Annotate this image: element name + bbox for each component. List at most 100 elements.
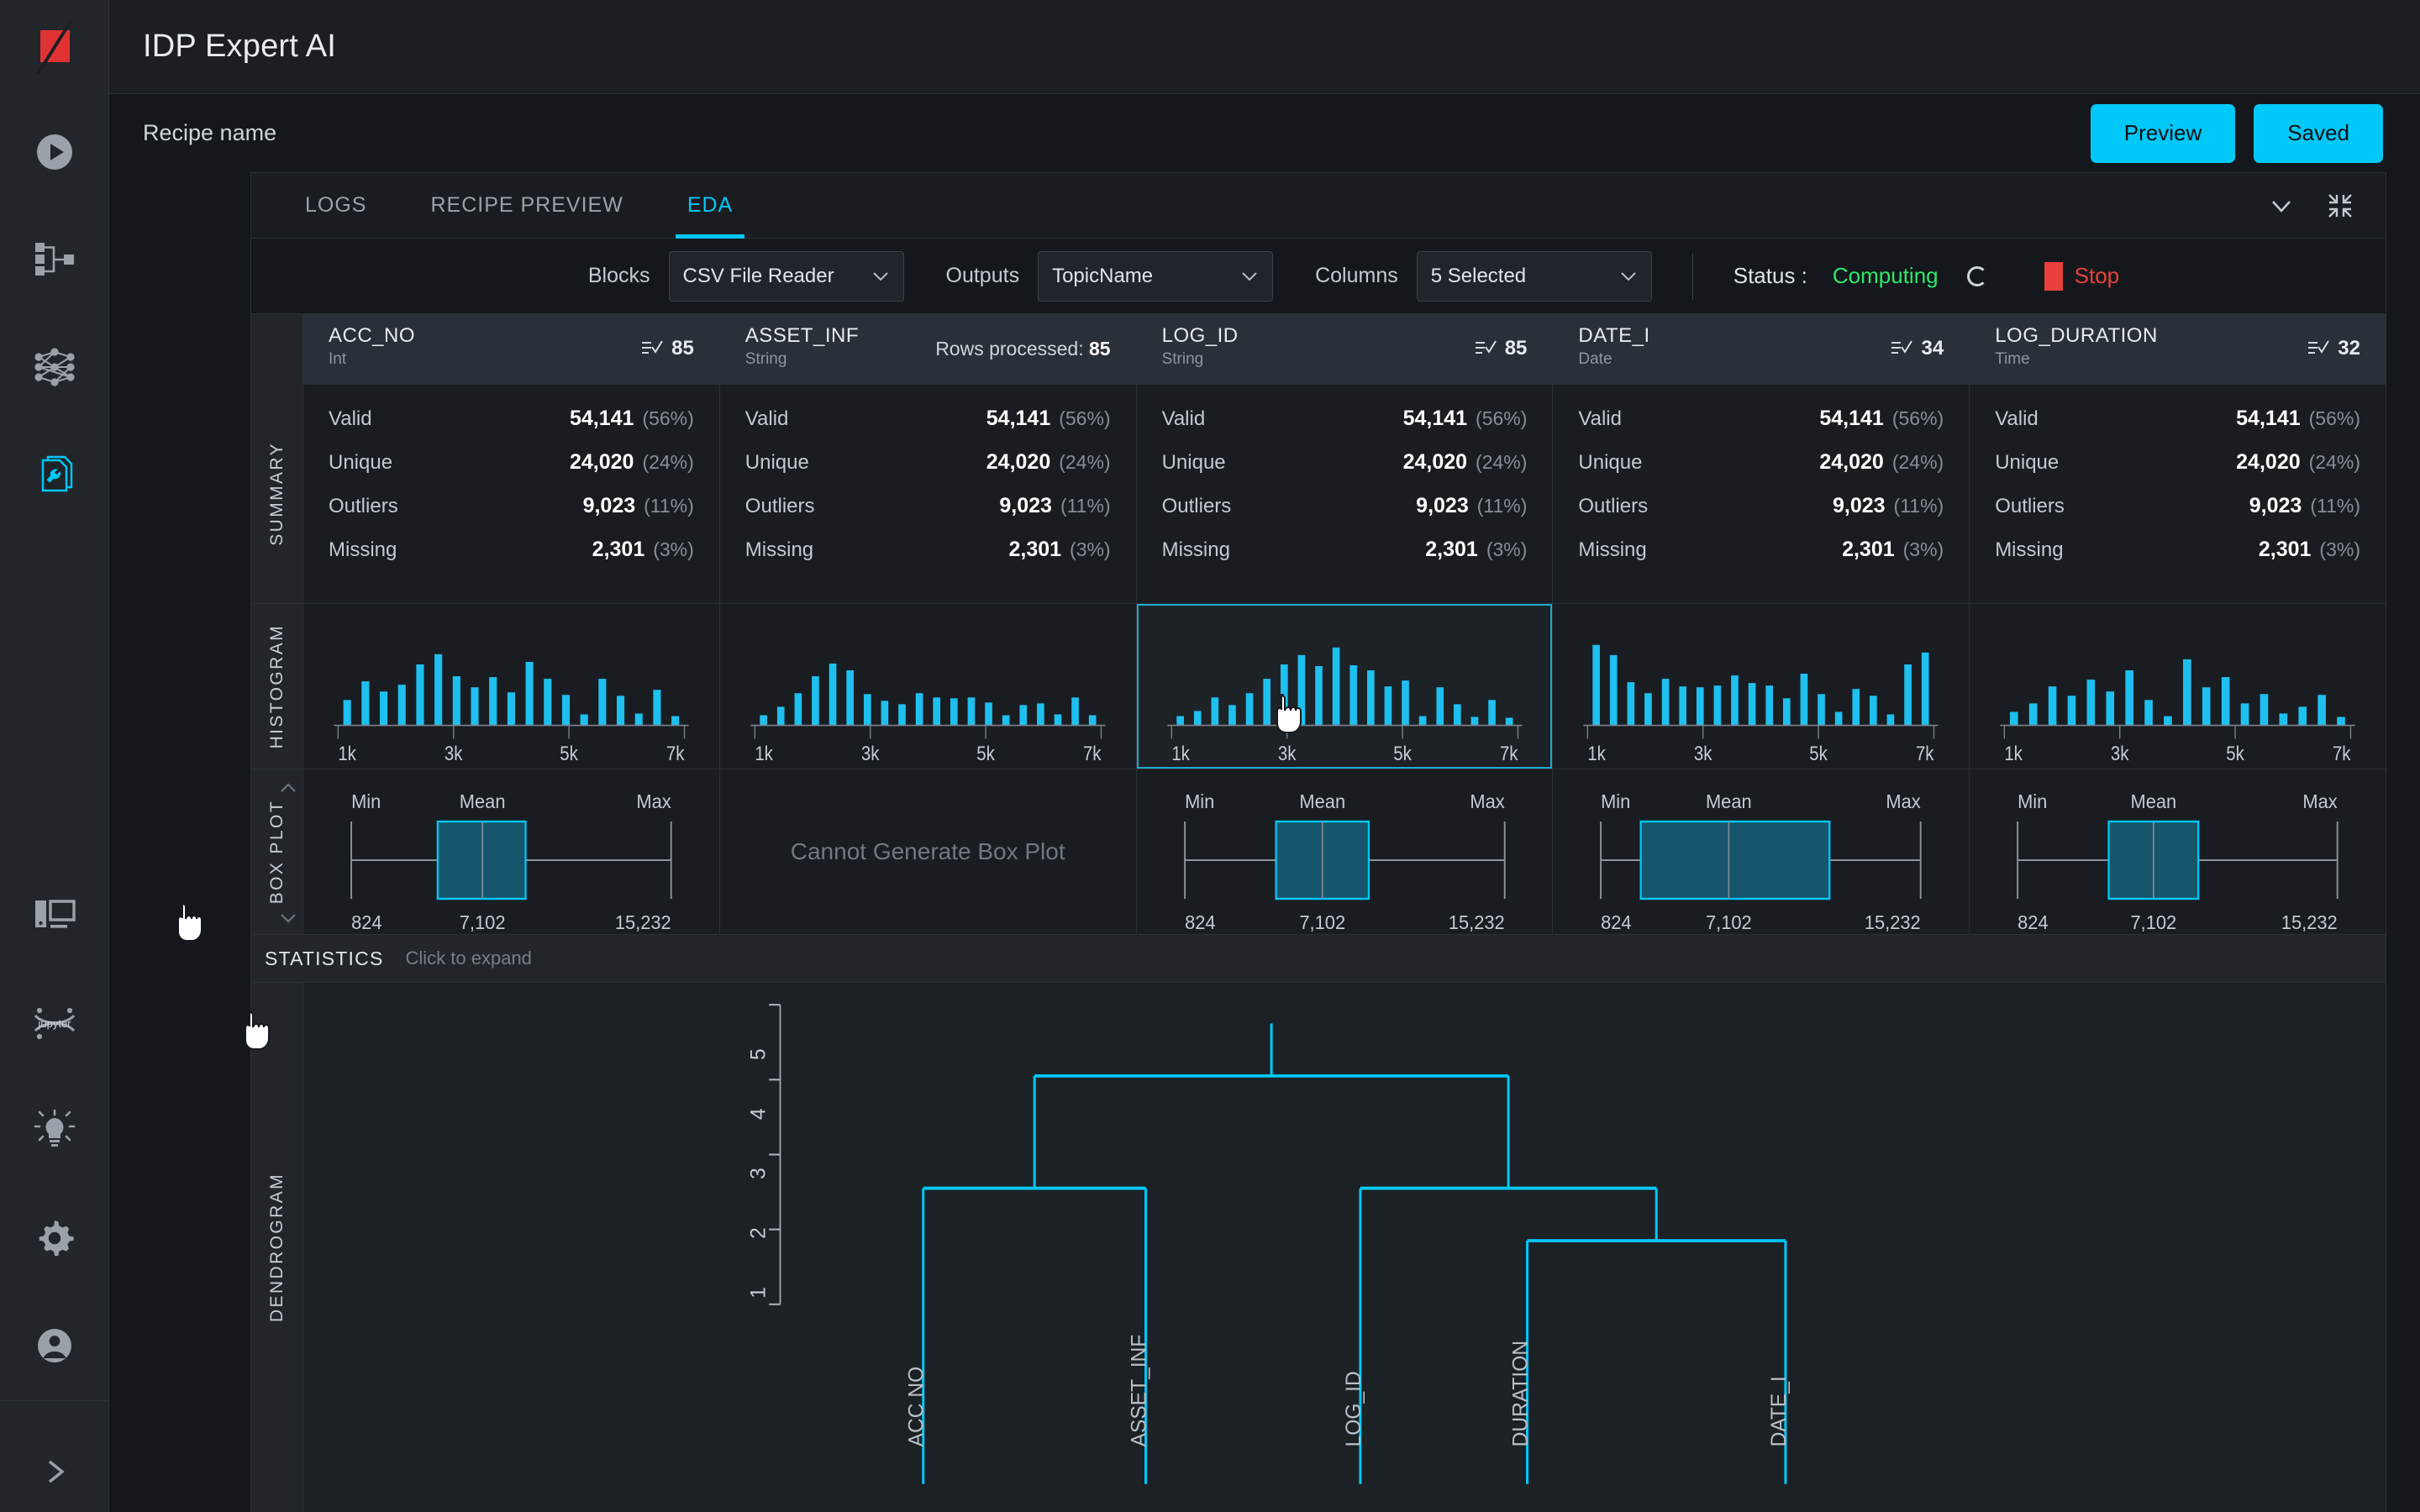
column-header[interactable]: DATE_I Date 34 [1553, 314, 1969, 385]
boxplot-cell[interactable]: Cannot Generate Box Plot [720, 769, 1137, 934]
histogram-cell[interactable]: 1k3k5k7k [1553, 604, 1970, 769]
stop-button[interactable]: Stop [2044, 262, 2120, 291]
summary-stat-key: Missing [1162, 538, 1230, 562]
summary-stat-row: Missing2,301(3%) [745, 538, 1111, 581]
panel-collapse-button[interactable] [2265, 189, 2298, 223]
column-count-value: 85 [671, 337, 694, 360]
summary-stat-key: Outliers [1578, 495, 1648, 518]
dendrogram-y-tick: 4 [747, 1108, 770, 1120]
chevron-up-icon[interactable] [277, 780, 299, 795]
boxplot-min-label: Min [351, 791, 381, 813]
tab-recipe-preview[interactable]: RECIPE PREVIEW [398, 173, 655, 238]
boxplot-mean-value: 7,102 [1706, 912, 1752, 934]
boxplot-cell[interactable]: MinMeanMax8247,10215,232 [1970, 769, 2386, 934]
sidebar-item-workstation[interactable] [29, 890, 81, 942]
column-type: Date [1578, 350, 1944, 369]
summary-stat-key: Valid [1578, 407, 1622, 431]
summary-stat-pct: (24%) [1059, 451, 1110, 474]
panel-wrap: LOGS RECIPE PREVIEW EDA [109, 172, 2420, 1512]
summary-stat-pct: (56%) [1476, 407, 1527, 430]
expand-rail-button[interactable] [0, 1431, 109, 1512]
neural-net-icon [32, 347, 77, 387]
preview-button[interactable]: Preview [2091, 104, 2235, 163]
dendrogram-leaf-label: DATE_I [1768, 1376, 1791, 1446]
boxplot-mean-value: 7,102 [2131, 912, 2177, 934]
list-check-icon [641, 339, 663, 358]
boxplot-cell[interactable]: MinMeanMax8247,10215,232 [1553, 769, 1970, 934]
saved-button[interactable]: Saved [2254, 104, 2383, 163]
boxplot-unavailable-message: Cannot Generate Box Plot [720, 769, 1136, 934]
list-check-icon [1475, 339, 1497, 358]
histogram-cell[interactable]: 1k3k5k7k [303, 604, 720, 769]
summary-stat-value: 2,301 [592, 538, 645, 562]
boxplot-section-label[interactable]: BOX PLOT [251, 769, 303, 934]
sidebar-item-insights[interactable] [29, 1105, 81, 1157]
column-header[interactable]: LOG_DURATION Time 32 [1970, 314, 2386, 385]
sidebar-item-run[interactable] [29, 126, 81, 178]
dendrogram-label-text: DENDROGRAM [267, 1173, 287, 1322]
sidebar-item-recipes[interactable] [29, 449, 81, 501]
boxplot-mean-value: 7,102 [460, 912, 506, 934]
boxplot-cell[interactable]: MinMeanMax8247,10215,232 [303, 769, 720, 934]
statistics-bar[interactable]: STATISTICS Click to expand [251, 934, 2386, 983]
dendrogram-y-tick: 3 [747, 1168, 770, 1179]
chevron-down-icon [1619, 265, 1638, 288]
boxplot-mean-label: Mean [1299, 791, 1345, 813]
summary-stat-row: Missing2,301(3%) [1578, 538, 1944, 581]
histogram-cell[interactable]: 1k3k5k7k [720, 604, 1137, 769]
column-header[interactable]: ASSET_INF String Rows processed: 85 [720, 314, 1136, 385]
summary-stat-key: Unique [1995, 451, 2059, 475]
summary-stat-row: Valid54,141(56%) [1578, 407, 1944, 450]
column-log-id: LOG_ID String 85 [1137, 314, 1554, 385]
column-header[interactable]: ACC_NO Int 85 [303, 314, 719, 385]
title-bar: IDP Expert AI [109, 0, 2420, 94]
column-asset-inf: ASSET_INF String Rows processed: 85 [720, 314, 1137, 385]
sidebar-item-settings[interactable] [29, 1212, 81, 1264]
blocks-select[interactable]: CSV File Reader [669, 251, 904, 302]
tab-eda[interactable]: EDA [655, 173, 765, 238]
sidebar-item-models[interactable] [29, 341, 81, 393]
summary-stat-row: Valid54,141(56%) [1162, 407, 1528, 450]
histogram-cell[interactable]: 1k3k5k7k [1970, 604, 2386, 769]
sidebar-item-account[interactable] [29, 1320, 81, 1372]
sidebar-item-jupyter[interactable]: jupyter [29, 997, 81, 1049]
histogram-tick-label: 1k [338, 743, 356, 765]
workstation-icon [33, 898, 76, 933]
column-header[interactable]: LOG_ID String 85 [1137, 314, 1553, 385]
boxplot-min-value: 824 [2018, 912, 2048, 934]
outputs-select[interactable]: TopicName [1038, 251, 1273, 302]
filter-bar: Blocks CSV File Reader Outputs TopicName [251, 239, 2386, 314]
summary-stat-key: Unique [745, 451, 809, 475]
boxplot-cell[interactable]: MinMeanMax8247,10215,232 [1137, 769, 1554, 934]
sidebar-item-pipeline[interactable] [29, 234, 81, 286]
boxplot-chart: MinMeanMax8247,10215,232 [1970, 769, 2386, 934]
tab-logs[interactable]: LOGS [273, 173, 398, 238]
dendrogram-y-tick: 2 [747, 1227, 770, 1239]
dendrogram-chart[interactable]: 12345ACC NOASSET_INFLOG_IDDURATIONDATE_I [303, 983, 2386, 1512]
summary-stat-value: 54,141 [1819, 407, 1883, 431]
column-name: LOG_ID [1162, 324, 1528, 348]
summary-stat-pct: (3%) [1070, 538, 1111, 561]
status-value: Computing [1833, 263, 1939, 289]
blocks-label: Blocks [588, 264, 650, 288]
column-count: 34 [1891, 337, 1944, 360]
app-logo[interactable] [0, 0, 108, 94]
panel-minimize-button[interactable] [2323, 189, 2357, 223]
boxplot-max-label: Max [1470, 791, 1504, 813]
dendrogram-leaf-label: DURATION [1510, 1341, 1533, 1447]
boxplot-mean-label: Mean [2131, 791, 2177, 813]
summary-stat-row: Valid54,141(56%) [1995, 407, 2360, 450]
columns-select[interactable]: 5 Selected [1417, 251, 1652, 302]
summary-row: SUMMARY Valid54,141(56%)Unique24,020(24%… [251, 385, 2386, 604]
summary-stat-value: 24,020 [986, 450, 1050, 475]
statistics-hint: Click to expand [406, 948, 532, 969]
histogram-cell[interactable]: 1k3k5k7k [1137, 604, 1554, 769]
summary-stat-value: 24,020 [570, 450, 634, 475]
summary-stat-pct: (3%) [653, 538, 694, 561]
histogram-tick-label: 5k [1810, 743, 1828, 765]
column-name: LOG_DURATION [1995, 324, 2360, 348]
columns-select-value: 5 Selected [1431, 265, 1526, 288]
chevron-expand-icon[interactable] [277, 911, 299, 926]
left-rail: jupyter [0, 0, 109, 1512]
summary-cell: Valid54,141(56%)Unique24,020(24%)Outlier… [1137, 385, 1554, 603]
